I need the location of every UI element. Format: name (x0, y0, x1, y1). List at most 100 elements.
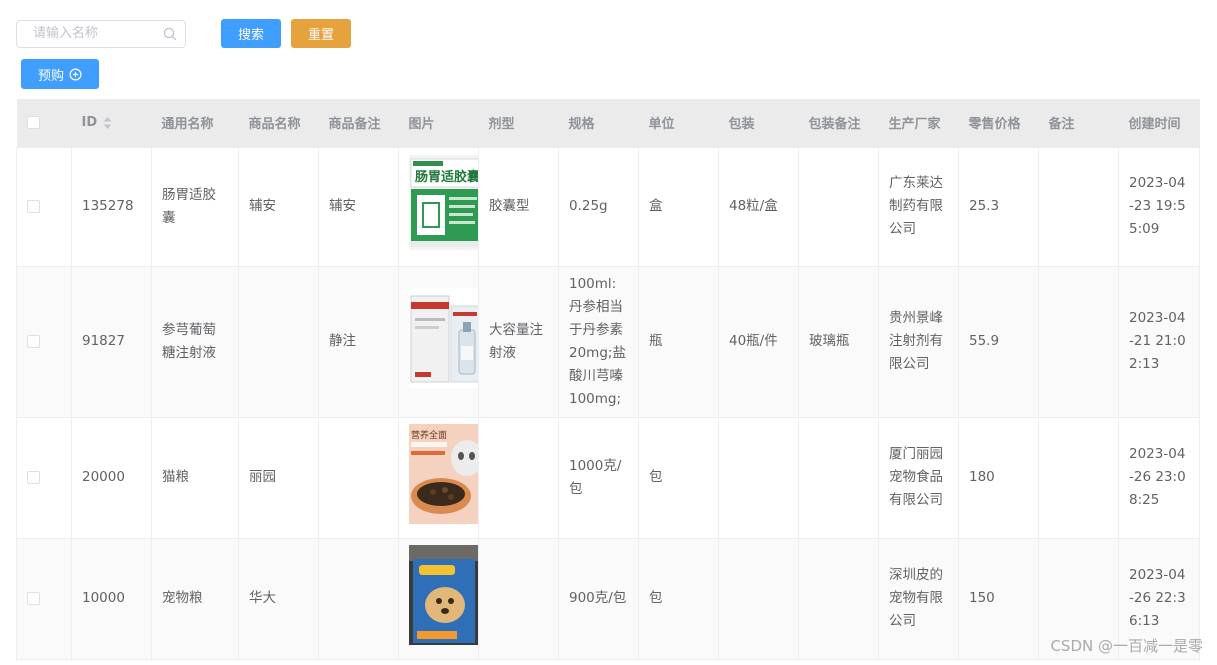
cat-food-caption: 营养全面 (411, 429, 447, 441)
manufacturer-cell: 深圳皮的宠物有限公司 (878, 538, 959, 660)
search-toolbar: 搜索 重置 (16, 19, 351, 48)
image-cell (398, 266, 479, 418)
column-header-packing-note: 包装备注 (798, 99, 879, 148)
product-note-cell: 辅安 (318, 147, 399, 267)
dosage-form-cell: 胶囊型 (478, 147, 559, 267)
id-cell: 91827 (71, 266, 152, 418)
column-header-spec: 规格 (558, 99, 639, 148)
column-header-created: 创建时间 (1118, 99, 1200, 148)
column-header-dosage-form: 剂型 (478, 99, 559, 148)
capsule-box-title: 肠胃适胶囊 (415, 169, 479, 185)
packing-cell: 40瓶/件 (718, 266, 799, 418)
table-row[interactable]: 135278 肠胃适胶囊 辅安 辅安 肠胃适胶囊 胶囊型 0.25g 盒 48粒… (16, 147, 1200, 267)
spec-cell: 900克/包 (558, 538, 639, 660)
price-cell: 55.9 (958, 266, 1039, 418)
row-checkbox[interactable] (27, 334, 40, 348)
column-header-image: 图片 (398, 99, 479, 148)
search-input[interactable] (31, 25, 163, 42)
packing-note-cell: 玻璃瓶 (798, 266, 879, 418)
manufacturer-cell: 贵州景峰注射剂有限公司 (878, 266, 959, 418)
table-row[interactable]: 20000 猫粮 丽园 营养全面 1000克/包 包 厦门丽园宠物食品有限公司 … (16, 417, 1200, 539)
product-name-cell: 华大 (238, 538, 319, 660)
manufacturer-cell: 广东莱达制药有限公司 (878, 147, 959, 267)
search-field[interactable] (16, 19, 186, 48)
generic-name-cell: 肠胃适胶囊 (151, 147, 239, 267)
table-row[interactable]: 10000 宠物粮 华大 900克/包 包 深圳皮的宠物有限公司 150 202… (16, 538, 1200, 660)
packing-cell (718, 417, 799, 539)
unit-cell: 瓶 (638, 266, 719, 418)
cat-food-image[interactable]: 营养全面 (409, 423, 478, 532)
dosage-form-cell (478, 538, 559, 660)
row-checkbox[interactable] (27, 470, 40, 484)
row-select-cell (16, 538, 72, 660)
price-cell: 150 (958, 538, 1039, 660)
packing-note-cell (798, 417, 879, 539)
created-cell: 2023-04-26 23:08:25 (1118, 417, 1200, 539)
price-cell: 25.3 (958, 147, 1039, 267)
product-name-cell: 丽园 (238, 417, 319, 539)
sort-icon[interactable] (103, 116, 112, 130)
note-cell (1038, 417, 1119, 539)
note-cell (1038, 266, 1119, 418)
dosage-form-cell: 大容量注射液 (478, 266, 559, 418)
product-name-cell (238, 266, 319, 418)
product-table: ID 通用名称 商品名称 商品备注 图片 剂型 规格 单位 包装 包装备注 生产… (16, 99, 1200, 660)
column-header-product-name: 商品名称 (238, 99, 319, 148)
product-note-cell: 静注 (318, 266, 399, 418)
row-checkbox[interactable] (27, 199, 40, 213)
product-note-cell (318, 417, 399, 539)
row-checkbox[interactable] (27, 591, 40, 605)
select-all-checkbox[interactable] (26, 116, 40, 130)
product-note-cell (318, 538, 399, 660)
injection-box-image[interactable] (409, 287, 478, 396)
unit-cell: 包 (638, 417, 719, 539)
image-cell: 营养全面 (398, 417, 479, 539)
packing-cell: 48粒/盒 (718, 147, 799, 267)
capsule-box-image[interactable]: 肠胃适胶囊 (409, 155, 479, 258)
created-cell: 2023-04-23 19:55:09 (1118, 147, 1200, 267)
reset-button[interactable]: 重置 (291, 19, 351, 48)
spec-cell: 0.25g (558, 147, 639, 267)
note-cell (1038, 147, 1119, 267)
plus-circle-icon (69, 67, 82, 81)
column-header-packing: 包装 (718, 99, 799, 148)
created-cell: 2023-04-21 21:02:13 (1118, 266, 1200, 418)
pet-food-bag-image[interactable] (409, 544, 478, 653)
packing-cell (718, 538, 799, 660)
column-header-id[interactable]: ID (71, 99, 152, 148)
id-cell: 135278 (71, 147, 152, 267)
preorder-button[interactable]: 预购 (21, 59, 99, 89)
id-cell: 20000 (71, 417, 152, 539)
dosage-form-cell (478, 417, 559, 539)
image-cell (398, 538, 479, 660)
column-header-price: 零售价格 (958, 99, 1039, 148)
column-header-note: 备注 (1038, 99, 1119, 148)
csdn-watermark: CSDN @一百减一是零 (1050, 637, 1203, 655)
product-name-cell: 辅安 (238, 147, 319, 267)
price-cell: 180 (958, 417, 1039, 539)
select-all-header (16, 99, 72, 148)
column-header-unit: 单位 (638, 99, 719, 148)
row-select-cell (16, 147, 72, 267)
generic-name-cell: 参芎葡萄糖注射液 (151, 266, 239, 418)
image-cell: 肠胃适胶囊 (398, 147, 479, 267)
spec-cell: 100ml:丹参相当于丹参素20mg;盐酸川芎嗪100mg; (558, 266, 639, 418)
column-header-product-note: 商品备注 (318, 99, 399, 148)
search-button[interactable]: 搜索 (221, 19, 281, 48)
packing-note-cell (798, 538, 879, 660)
id-cell: 10000 (71, 538, 152, 660)
table-row[interactable]: 91827 参芎葡萄糖注射液 静注 大容量注射液 100ml:丹参相当于丹参素2… (16, 266, 1200, 418)
column-header-generic-name: 通用名称 (151, 99, 239, 148)
unit-cell: 盒 (638, 147, 719, 267)
spec-cell: 1000克/包 (558, 417, 639, 539)
row-select-cell (16, 266, 72, 418)
row-select-cell (16, 417, 72, 539)
column-header-manufacturer: 生产厂家 (878, 99, 959, 148)
search-icon[interactable] (163, 27, 177, 41)
generic-name-cell: 猫粮 (151, 417, 239, 539)
table-header-row: ID 通用名称 商品名称 商品备注 图片 剂型 规格 单位 包装 包装备注 生产… (16, 99, 1200, 148)
unit-cell: 包 (638, 538, 719, 660)
manufacturer-cell: 厦门丽园宠物食品有限公司 (878, 417, 959, 539)
preorder-label: 预购 (37, 68, 64, 84)
packing-note-cell (798, 147, 879, 267)
